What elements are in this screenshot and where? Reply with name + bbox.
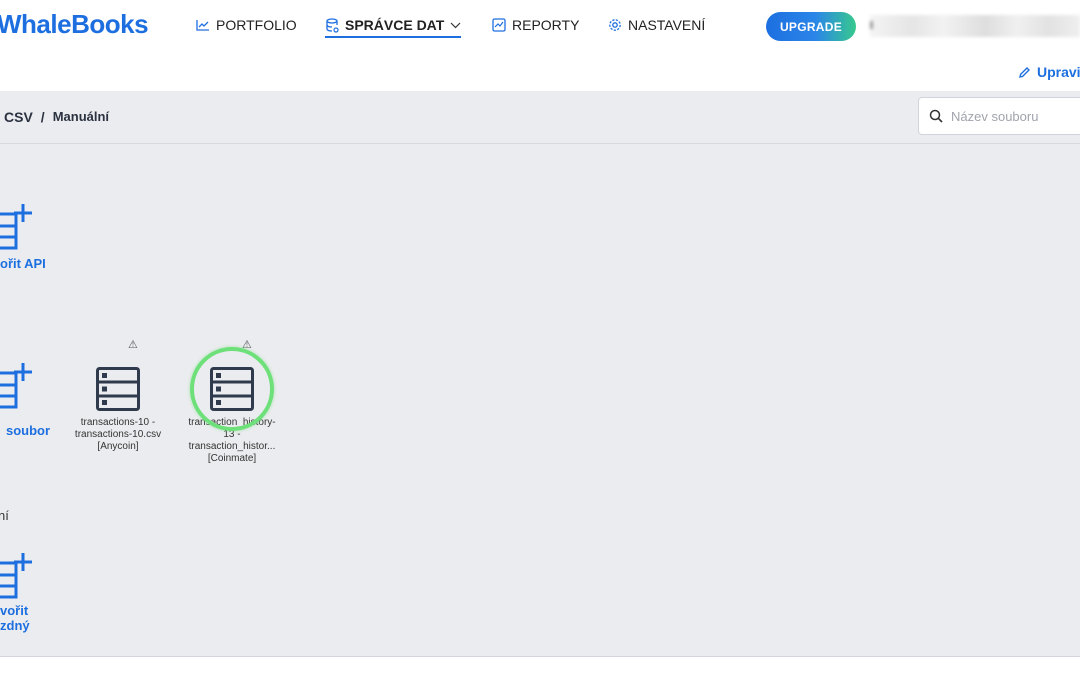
file-source-label: [Anycoin] (97, 441, 139, 452)
warning-icon: ⚠ (242, 339, 252, 351)
chart-line-icon (196, 20, 209, 31)
data-manager-panel: CSV / Manuální ořit API soubor ⚠ transac… (0, 91, 1080, 657)
breadcrumb: CSV / Manuální (4, 109, 109, 125)
report-icon (492, 18, 506, 32)
add-database-icon (0, 204, 32, 250)
user-account-blurred[interactable] (870, 15, 1080, 37)
upload-file-label: soubor (6, 423, 51, 438)
edit-button[interactable]: Upravi (1018, 64, 1080, 80)
app-logo[interactable]: WhaleBooks (0, 9, 149, 40)
nav-reports-label: REPORTY (512, 17, 580, 33)
upload-file-tile[interactable]: soubor (0, 363, 60, 438)
search-icon (929, 109, 943, 123)
database-file-icon (96, 367, 140, 411)
file-name-line: transactions-10.csv (74, 429, 162, 440)
file-name-line: transactions-10 - (80, 417, 156, 428)
create-api-label: ořit API (0, 256, 46, 271)
file-source-label: [Coinmate] (207, 453, 257, 464)
file-item[interactable]: ⚠ transaction_history- 13 - transaction_… (182, 339, 282, 465)
edit-button-label: Upravi (1037, 64, 1080, 80)
file-name-line: transaction_history- (188, 417, 276, 428)
add-database-icon (0, 553, 32, 599)
search-input[interactable] (951, 108, 1071, 124)
nav-data-manager[interactable]: SPRÁVCE DAT (325, 17, 462, 38)
database-icon (326, 17, 339, 33)
nav-portfolio-label: PORTFOLIO (216, 17, 297, 33)
create-empty-tile[interactable]: vořit zdný (0, 553, 50, 633)
create-api-tile[interactable]: ořit API (0, 204, 50, 271)
create-empty-label: zdný (0, 618, 30, 633)
pencil-icon (1019, 66, 1030, 78)
top-navigation-bar: WhaleBooks PORTFOLIO SPRÁVCE DAT REPORTY… (0, 0, 1080, 52)
breadcrumb-manual: Manuální (52, 109, 110, 124)
gear-icon (609, 19, 621, 31)
database-file-icon (210, 367, 254, 411)
breadcrumb-csv[interactable]: CSV (4, 109, 33, 125)
file-item[interactable]: ⚠ transactions-10 - transactions-10.csv … (68, 339, 168, 453)
breadcrumb-separator: / (40, 109, 45, 125)
file-name-line: 13 - (223, 429, 241, 440)
search-box[interactable] (918, 97, 1080, 135)
section-label: ní (0, 508, 9, 523)
create-empty-label: vořit (0, 603, 29, 618)
nav-data-manager-label: SPRÁVCE DAT (345, 17, 445, 33)
nav-portfolio[interactable]: PORTFOLIO (196, 17, 297, 33)
warning-icon: ⚠ (128, 339, 138, 351)
add-database-icon (0, 363, 32, 409)
page-footer-space (0, 658, 1080, 675)
nav-settings-label: NASTAVENÍ (628, 17, 706, 33)
chevron-down-icon (450, 22, 461, 28)
upgrade-button[interactable]: UPGRADE (766, 12, 856, 41)
file-name-line: transaction_histor... (188, 441, 276, 452)
header-divider (0, 143, 1080, 144)
nav-settings[interactable]: NASTAVENÍ (608, 17, 705, 33)
nav-reports[interactable]: REPORTY (492, 17, 579, 33)
